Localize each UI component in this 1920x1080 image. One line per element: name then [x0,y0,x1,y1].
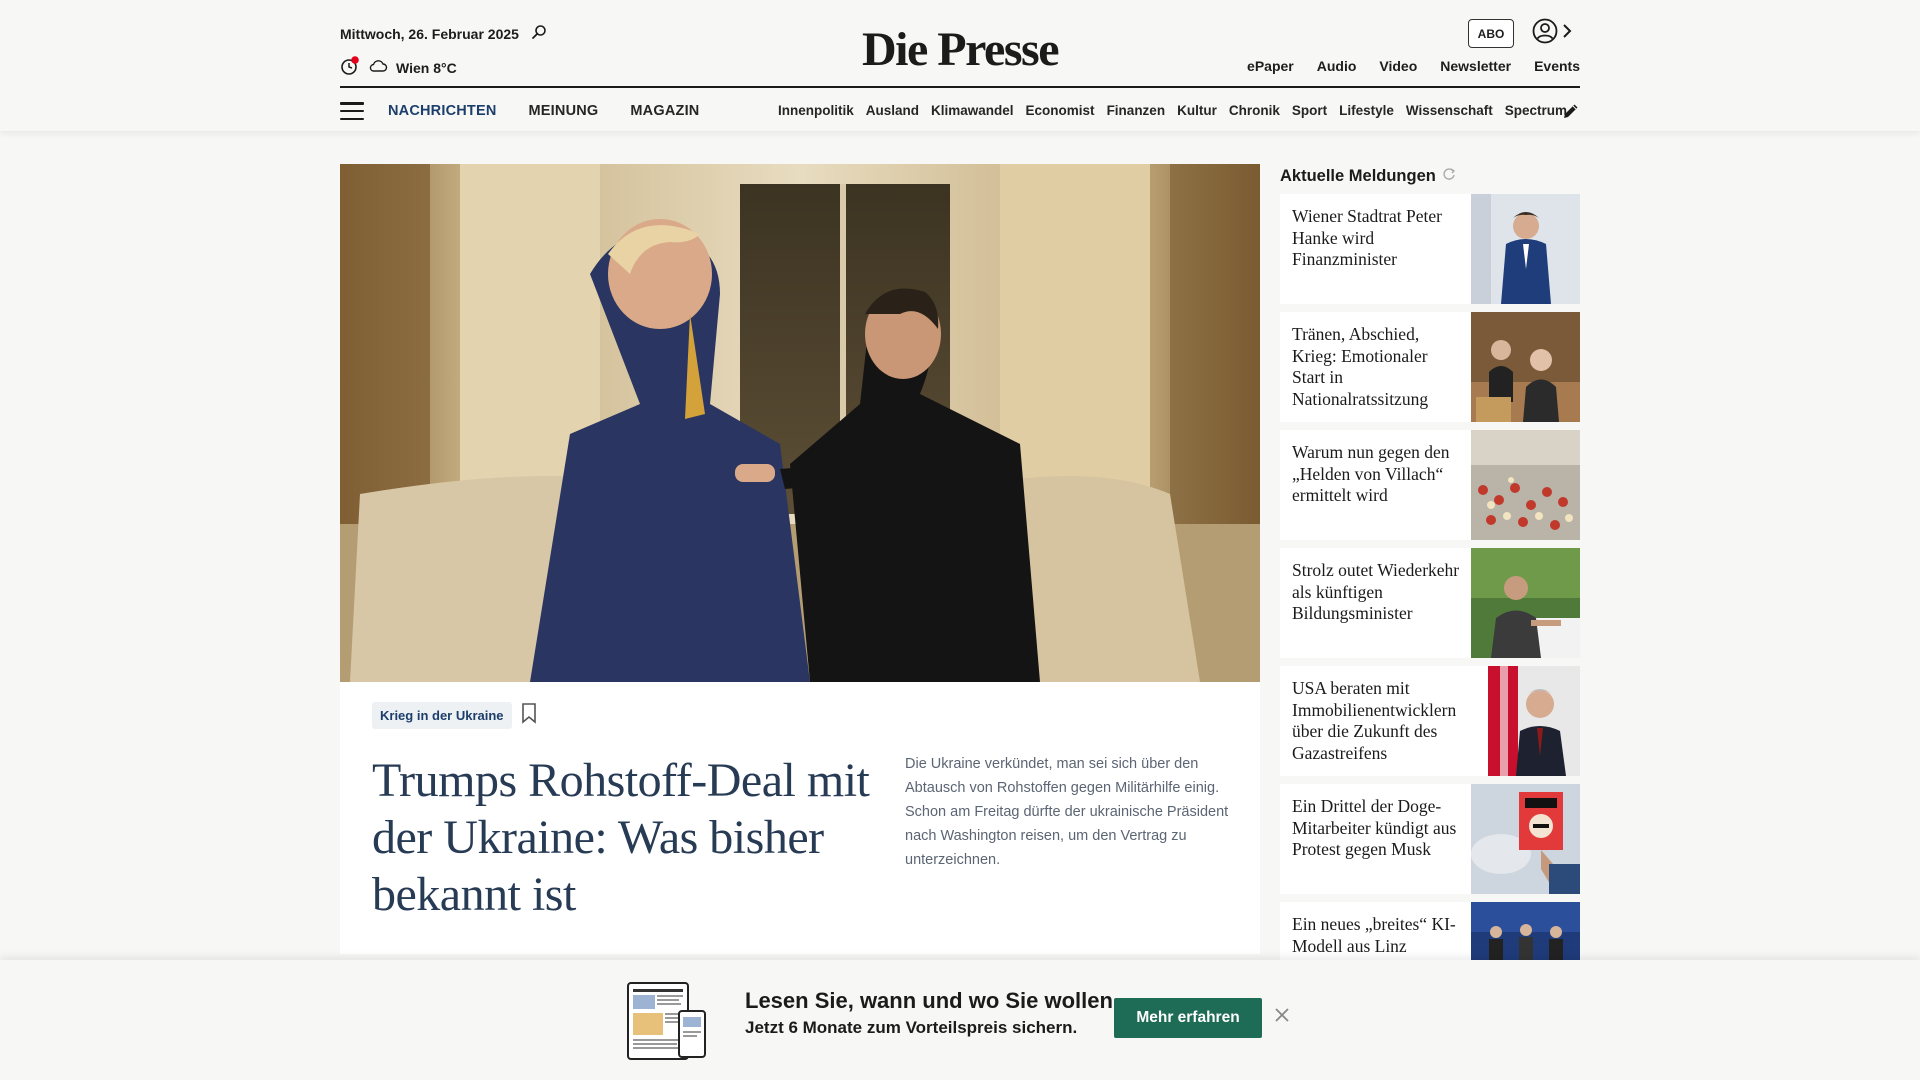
latest-news-sidebar: Aktuelle Meldungen Wiener Stadtrat Peter… [1280,164,1580,972]
promo-subline: Jetzt 6 Monate zum Vorteilspreis sichern… [745,1018,1078,1037]
news-item[interactable]: Ein Drittel der Doge-Mitarbeiter kündigt… [1280,784,1580,894]
menu-icon[interactable] [340,102,364,120]
sidebar-title-text: Aktuelle Meldungen [1280,166,1436,185]
nav-nachrichten[interactable]: NACHRICHTEN [388,103,497,119]
tag-row: Krieg in der Ukraine [372,702,538,729]
news-item[interactable]: Tränen, Abschied, Krieg: Emotionaler Sta… [1280,312,1580,422]
pencil-icon[interactable] [1562,102,1580,125]
section-economist[interactable]: Economist [1026,99,1095,123]
news-item-title[interactable]: Wiener Stadtrat Peter Hanke wird Finanzm… [1280,194,1471,304]
refresh-icon[interactable] [1442,167,1456,186]
news-item[interactable]: Warum nun gegen den „Helden von Villach“… [1280,430,1580,540]
nav-magazin[interactable]: MAGAZIN [630,103,699,119]
section-nav: Innenpolitik Ausland Klimawandel Economi… [778,99,1888,123]
hero-photo-illustration [340,164,1260,682]
device-illustration [627,981,707,1066]
top-links: ePaper Audio Video Newsletter Events [1247,58,1580,74]
section-lifestyle[interactable]: Lifestyle [1339,99,1394,123]
header-divider [340,86,1580,88]
news-item-title[interactable]: Warum nun gegen den „Helden von Villach“… [1280,430,1471,540]
news-thumbnail[interactable] [1488,666,1580,776]
sidebar-title: Aktuelle Meldungen [1280,164,1580,188]
subscription-banner: Lesen Sie, wann und wo Sie wollen. Jetzt… [0,960,1920,1080]
news-item-title[interactable]: Strolz outet Wiederkehr als künftigen Bi… [1280,548,1471,658]
hero-headline[interactable]: Trumps Rohstoff-Deal mit der Ukraine: Wa… [372,752,872,923]
section-finanzen[interactable]: Finanzen [1107,99,1166,123]
section-spectrum[interactable]: Spectrum [1505,99,1567,123]
site-logo[interactable]: Die Presse [0,22,1920,77]
section-nav-fade [1850,99,1890,123]
nav-meinung[interactable]: MEINUNG [529,103,599,119]
news-thumbnail[interactable] [1471,312,1580,422]
promo-headline: Lesen Sie, wann und wo Sie wollen. [745,988,1120,1013]
topic-tag[interactable]: Krieg in der Ukraine [372,702,512,729]
bookmark-icon[interactable] [520,702,538,729]
user-menu[interactable] [1532,18,1572,49]
top-link-newsletter[interactable]: Newsletter [1440,58,1511,74]
top-link-audio[interactable]: Audio [1317,58,1357,74]
user-icon[interactable] [1532,18,1558,49]
news-item[interactable]: USA beraten mit Immobilienentwicklern üb… [1280,666,1580,776]
abo-button[interactable]: ABO [1468,19,1514,48]
close-icon[interactable] [1270,1004,1294,1028]
news-thumbnail[interactable] [1471,784,1580,894]
hero-image[interactable] [340,164,1260,682]
section-klimawandel[interactable]: Klimawandel [931,99,1014,123]
news-thumbnail[interactable] [1471,194,1580,304]
news-thumbnail[interactable] [1471,430,1580,540]
section-sport[interactable]: Sport [1292,99,1327,123]
mehr-erfahren-button[interactable]: Mehr erfahren [1114,998,1262,1038]
news-item-title[interactable]: USA beraten mit Immobilienentwicklern üb… [1280,666,1488,776]
chevron-right-icon[interactable] [1562,23,1572,44]
section-innenpolitik[interactable]: Innenpolitik [778,99,854,123]
site-header: Mittwoch, 26. Februar 2025 Wien 8°C Die … [0,0,1920,131]
section-chronik[interactable]: Chronik [1229,99,1280,123]
news-item[interactable]: Wiener Stadtrat Peter Hanke wird Finanzm… [1280,194,1580,304]
top-link-epaper[interactable]: ePaper [1247,58,1294,74]
section-ausland[interactable]: Ausland [866,99,919,123]
top-link-video[interactable]: Video [1379,58,1417,74]
hero-teaser: Die Ukraine verkündet, man sei sich über… [905,756,1229,868]
main-navigation: NACHRICHTEN MEINUNG MAGAZIN Innenpolitik… [340,99,1890,125]
news-item-title[interactable]: Ein Drittel der Doge-Mitarbeiter kündigt… [1280,784,1471,894]
section-wissenschaft[interactable]: Wissenschaft [1406,99,1493,123]
top-link-events[interactable]: Events [1534,58,1580,74]
section-kultur[interactable]: Kultur [1177,99,1217,123]
news-thumbnail[interactable] [1471,548,1580,658]
hero-card[interactable]: Krieg in der Ukraine Trumps Rohstoff-Dea… [340,682,1260,954]
news-item-title[interactable]: Tränen, Abschied, Krieg: Emotionaler Sta… [1280,312,1471,422]
news-item[interactable]: Strolz outet Wiederkehr als künftigen Bi… [1280,548,1580,658]
